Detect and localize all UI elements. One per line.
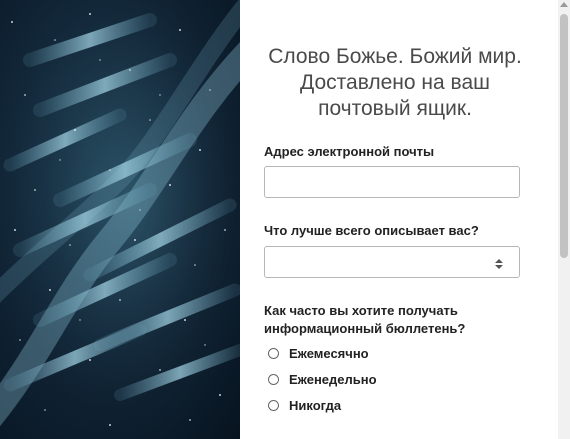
frequency-label: Как часто вы хотите получать информацион… — [264, 303, 466, 336]
radio-never[interactable] — [268, 399, 279, 411]
radio-monthly[interactable] — [268, 347, 279, 359]
scrollbar-thumb[interactable] — [560, 14, 568, 258]
frequency-option-label: Никогда — [289, 397, 342, 413]
radio-weekly[interactable] — [268, 373, 279, 385]
select-arrows-icon — [495, 259, 503, 269]
email-input[interactable] — [264, 166, 520, 198]
signup-form: Слово Божье. Божий мир. Доставлено на ва… — [240, 0, 558, 439]
scroll-up-arrow-icon[interactable] — [560, 2, 568, 7]
email-label: Адрес электронной почты — [264, 144, 435, 159]
form-title: Слово Божье. Божий мир. Доставлено на ва… — [268, 45, 522, 120]
dna-strand-image — [0, 0, 240, 439]
page-scrollbar[interactable] — [558, 0, 570, 439]
frequency-option-label: Ежемесячно — [289, 345, 369, 361]
describe-select[interactable] — [264, 246, 520, 278]
signup-page: Слово Божье. Божий мир. Доставлено на ва… — [0, 0, 570, 439]
frequency-option-label: Еженедельно — [289, 371, 377, 387]
dna-hero-image — [0, 0, 240, 439]
frequency-option-never[interactable]: Никогда — [268, 396, 341, 414]
frequency-option-monthly[interactable]: Ежемесячно — [268, 344, 369, 362]
frequency-option-weekly[interactable]: Еженедельно — [268, 370, 377, 388]
describe-label: Что лучше всего описывает вас? — [264, 223, 479, 238]
